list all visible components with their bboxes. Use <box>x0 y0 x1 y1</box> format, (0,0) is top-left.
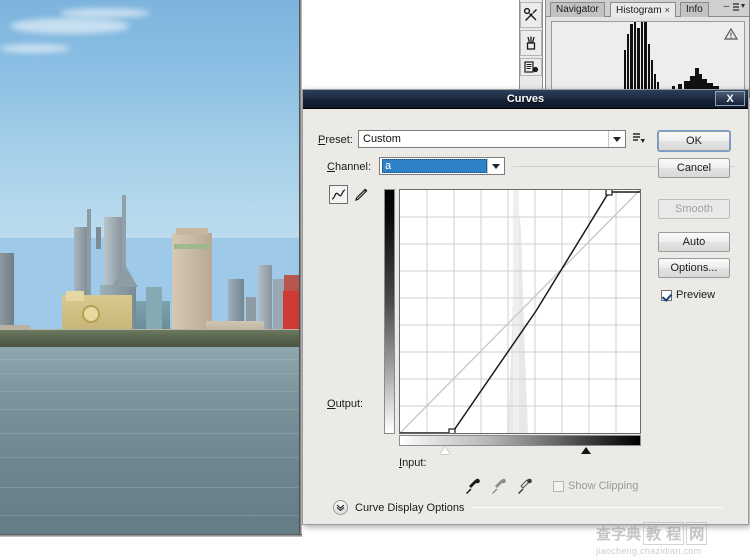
graph-histogram-overlay <box>508 190 528 433</box>
eyedropper-icon <box>492 478 506 494</box>
black-point-slider[interactable] <box>440 447 450 454</box>
options-button[interactable]: Options... <box>658 258 730 278</box>
chevron-down-icon <box>608 131 625 147</box>
photo-skyline <box>0 195 302 345</box>
dialog-body: Preset: Custom Channel: a Output: Input:… <box>303 109 748 525</box>
eyedropper-icon <box>466 478 480 494</box>
photo-cloud <box>60 8 150 18</box>
curve-tool-icon <box>331 189 346 200</box>
input-label: Input: <box>399 457 427 469</box>
cancel-button-label: Cancel <box>676 162 712 174</box>
photo-cloud <box>10 18 130 34</box>
divider <box>472 507 723 508</box>
brush-jar-icon-button[interactable] <box>520 30 542 56</box>
set-black-point-eyedropper[interactable] <box>463 477 482 496</box>
panel-tab-row: Navigator Histogram × Info – <box>546 0 749 17</box>
curve-graph[interactable] <box>399 189 641 434</box>
show-clipping-checkbox[interactable]: Show Clipping <box>553 480 638 492</box>
preview-checkbox[interactable]: Preview <box>661 289 715 301</box>
panel-menu-icon[interactable] <box>733 3 746 14</box>
close-icon[interactable]: × <box>665 5 670 15</box>
ok-button-label: OK <box>686 135 702 147</box>
screen: Navigator Histogram × Info – Curves X Pr… <box>0 0 750 557</box>
dialog-title-bar[interactable]: Curves X <box>303 90 748 109</box>
output-gradient-bar <box>384 189 395 434</box>
pencil-tool-icon <box>355 188 368 201</box>
curve-tool-button[interactable] <box>329 185 348 204</box>
channel-dropdown[interactable]: a <box>379 157 505 175</box>
tab-histogram-label: Histogram <box>616 5 662 16</box>
watermark-cn-1: 查字典 <box>596 525 642 543</box>
actions-icon <box>523 60 538 73</box>
tools-icon-button[interactable] <box>520 2 542 28</box>
photo-water <box>0 347 302 537</box>
pencil-tool-button[interactable] <box>352 185 371 204</box>
tab-histogram[interactable]: Histogram × <box>610 2 676 17</box>
close-button[interactable]: X <box>715 91 745 106</box>
photo-cloud <box>0 44 70 53</box>
channel-value: a <box>382 159 487 173</box>
channel-label: Channel: <box>327 161 372 173</box>
histogram-plot[interactable] <box>551 21 745 91</box>
document-photo[interactable] <box>0 0 302 537</box>
preset-value: Custom <box>363 133 401 145</box>
cancel-button[interactable]: Cancel <box>658 158 730 178</box>
dialog-title: Curves <box>506 93 545 105</box>
preset-dropdown[interactable]: Custom <box>358 130 626 148</box>
white-point-slider[interactable] <box>581 447 591 454</box>
auto-button[interactable]: Auto <box>658 232 730 252</box>
chevron-down-icon <box>487 158 504 174</box>
input-gradient-bar <box>399 435 641 446</box>
chevron-down-icon[interactable] <box>333 500 348 515</box>
tab-info[interactable]: Info <box>680 2 709 17</box>
auto-button-label: Auto <box>682 236 706 248</box>
set-white-point-eyedropper[interactable] <box>515 477 534 496</box>
checkbox-box <box>661 289 672 301</box>
curve-display-options-row[interactable]: Curve Display Options <box>333 500 733 515</box>
curve-display-options-label: Curve Display Options <box>355 501 465 514</box>
eyedropper-icon <box>518 478 532 494</box>
checkbox-box <box>553 480 564 492</box>
watermark-url: jiaocheng.chazidian.com <box>596 546 702 556</box>
tools-icon <box>523 7 537 21</box>
graph-control-point <box>605 190 613 196</box>
actions-icon-button[interactable] <box>520 58 542 76</box>
dock-panel: Navigator Histogram × Info – <box>545 0 750 98</box>
watermark: 查字典 教 程 网 jiaocheng.chazidian.com <box>596 522 746 556</box>
photo-riverbank <box>0 330 302 348</box>
ok-button[interactable]: OK <box>658 131 730 151</box>
preview-label: Preview <box>676 289 716 301</box>
show-clipping-label: Show Clipping <box>568 480 639 492</box>
watermark-cn-3: 网 <box>686 522 708 545</box>
warning-triangle-icon[interactable] <box>724 28 738 40</box>
set-gray-point-eyedropper[interactable] <box>489 477 508 496</box>
output-label: Output: <box>327 398 364 410</box>
options-button-label: Options... <box>670 262 718 274</box>
minimize-icon[interactable]: – <box>723 1 729 12</box>
watermark-cn-2: 教 程 <box>643 522 685 545</box>
tab-navigator[interactable]: Navigator <box>550 2 605 17</box>
curve-graph-svg <box>400 190 640 433</box>
curves-dialog: Curves X Preset: Custom Channel: a Outpu… <box>302 89 749 525</box>
graph-control-point <box>448 428 456 433</box>
smooth-button-label: Smooth <box>675 203 713 215</box>
preset-menu-icon[interactable] <box>633 133 646 145</box>
preset-label: Preset: <box>318 134 353 146</box>
smooth-button[interactable]: Smooth <box>658 199 730 219</box>
tool-column <box>519 0 543 100</box>
brush-jar-icon <box>526 36 536 50</box>
tab-info-label: Info <box>686 4 703 15</box>
photo-sky <box>0 0 302 238</box>
tab-navigator-label: Navigator <box>556 4 599 15</box>
